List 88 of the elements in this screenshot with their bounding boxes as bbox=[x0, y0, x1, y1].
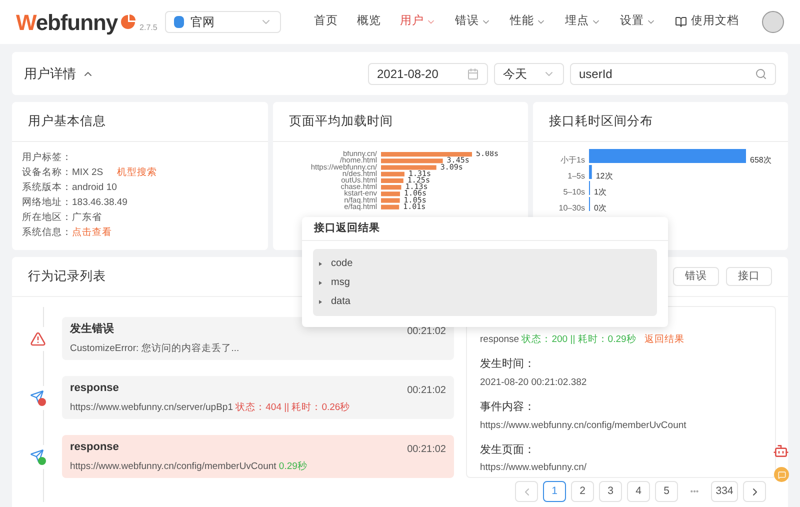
field-label: 用户标签： bbox=[22, 150, 72, 165]
page-button[interactable]: 334 bbox=[711, 481, 738, 502]
category-label: 5–10s bbox=[563, 188, 585, 196]
value-label: 12次 bbox=[596, 172, 613, 180]
record-card[interactable]: response https://www.webfunny.cn/server/upBp1 状态：404 || 耗时：0.26秒 00:21:02 bbox=[62, 376, 454, 419]
bar bbox=[381, 198, 400, 203]
logo-pie-icon bbox=[120, 14, 136, 30]
nav-item[interactable]: 错误 bbox=[455, 13, 491, 31]
send-icon bbox=[30, 390, 46, 406]
field-label: 网络地址： bbox=[22, 196, 72, 210]
detail-label: 发生时间： bbox=[480, 357, 536, 372]
filter-button[interactable]: 错误 bbox=[673, 267, 719, 286]
value-label: 658次 bbox=[750, 156, 772, 164]
date-field[interactable]: 2021-08-20 bbox=[368, 62, 488, 84]
nav-item[interactable]: 概览 bbox=[357, 13, 381, 31]
json-key[interactable]: msg bbox=[319, 276, 651, 288]
field-label: 所在地区： bbox=[22, 210, 72, 225]
chat-icon bbox=[778, 470, 786, 478]
json-key[interactable]: data bbox=[319, 296, 651, 308]
bar bbox=[381, 178, 404, 183]
record-time: 00:21:02 bbox=[407, 384, 446, 398]
card-title: 页面平均加载时间 bbox=[289, 113, 393, 130]
bar bbox=[381, 165, 436, 170]
card-title: 接口耗时区间分布 bbox=[549, 113, 653, 130]
bar bbox=[381, 192, 400, 196]
nav-item[interactable]: 首页 bbox=[314, 13, 338, 31]
category-label: 1–5s bbox=[568, 172, 585, 180]
bar bbox=[381, 204, 400, 210]
popup-title: 接口返回结果 bbox=[314, 220, 380, 236]
detail-label: 事件内容： bbox=[480, 400, 536, 415]
nav-item[interactable]: 设置 bbox=[620, 13, 656, 31]
robot-icon[interactable] bbox=[773, 443, 789, 459]
nav-item[interactable]: 用户 bbox=[400, 13, 436, 31]
card-title: 行为记录列表 bbox=[28, 268, 106, 286]
field-value: MIX 2S bbox=[72, 166, 104, 180]
field-label: 系统版本： bbox=[22, 180, 72, 195]
bar bbox=[589, 165, 592, 179]
field-label: 设备名称： bbox=[22, 166, 72, 180]
field-label: 系统信息： bbox=[22, 226, 72, 240]
nav-item[interactable]: 性能 bbox=[510, 13, 546, 31]
category-label: 10–30s bbox=[558, 204, 585, 212]
page-ellipsis: ••• bbox=[689, 486, 700, 498]
nav-item[interactable]: 使用文档 bbox=[675, 13, 739, 31]
logo-text: Webfunny bbox=[16, 8, 118, 37]
record-title: 发生错误 bbox=[70, 322, 114, 338]
record-time: 00:21:02 bbox=[407, 325, 446, 339]
avatar[interactable] bbox=[762, 11, 784, 33]
record-text: CustomizeError: 您访问的内容走丢了... bbox=[70, 342, 240, 356]
value-label: 1次 bbox=[594, 188, 606, 196]
detail-value: https://www.webfunny.cn/ bbox=[480, 461, 588, 476]
version-label: 2.7.5 bbox=[140, 22, 158, 34]
card-title: 用户基本信息 bbox=[28, 113, 106, 130]
event-type-text: response 状态：200 || 耗时：0.29秒 返回结果 bbox=[480, 333, 686, 347]
record-card[interactable]: 发生错误 CustomizeError: 您访问的内容走丢了... 00:21:02 bbox=[62, 317, 454, 360]
bar bbox=[381, 185, 402, 190]
record-title: response bbox=[70, 440, 119, 456]
detail-value: 2021-08-20 00:21:02.382 bbox=[480, 376, 588, 390]
warning-icon bbox=[30, 330, 46, 346]
category-label: 小于1s bbox=[560, 156, 585, 164]
detail-label: 发生页面： bbox=[480, 442, 536, 458]
nav-item[interactable]: 埋点 bbox=[565, 13, 601, 31]
bar bbox=[381, 172, 404, 176]
page-button[interactable]: 3 bbox=[599, 481, 622, 502]
search-icon bbox=[755, 68, 767, 80]
calendar-icon bbox=[467, 68, 479, 80]
page-button[interactable]: 4 bbox=[627, 481, 650, 502]
field-value: 183.46.38.49 bbox=[72, 196, 128, 210]
record-card[interactable]: response https://www.webfunny.cn/config/memberUvCount 0.29秒 00:21:02 bbox=[62, 435, 454, 478]
json-key[interactable]: code bbox=[319, 258, 651, 270]
detail-value: https://www.webfunny.cn/config/memberUvCount bbox=[480, 418, 688, 432]
next-page-button[interactable] bbox=[743, 481, 766, 502]
section-title: 用户详情 bbox=[24, 64, 76, 83]
record-title: response bbox=[70, 381, 119, 396]
record-text: https://www.webfunny.cn/server/upBp1 状态：404 || 耗时：0.26秒 bbox=[70, 400, 350, 415]
send-icon bbox=[30, 448, 46, 464]
field-value: android 10 bbox=[72, 180, 117, 195]
field-value: 广东省 bbox=[72, 210, 102, 225]
search-field[interactable]: userId bbox=[570, 62, 776, 84]
book-icon bbox=[675, 16, 687, 28]
range-select[interactable]: 今天 bbox=[494, 62, 564, 84]
record-text: https://www.webfunny.cn/config/memberUvCount 0.29秒 bbox=[70, 460, 308, 474]
filter-button[interactable]: 接口 bbox=[726, 267, 772, 286]
project-select[interactable]: 官网 bbox=[165, 11, 282, 33]
record-time: 00:21:02 bbox=[407, 443, 446, 457]
page-button[interactable]: 2 bbox=[571, 481, 594, 502]
value-label: 0次 bbox=[594, 204, 606, 212]
page-button[interactable]: 5 bbox=[655, 481, 678, 502]
bar bbox=[381, 158, 443, 164]
